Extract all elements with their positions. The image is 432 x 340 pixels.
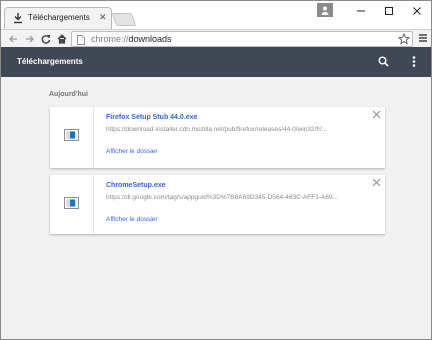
more-options-icon[interactable] — [411, 55, 417, 68]
source-url[interactable]: https://download-installer.cdn.mozilla.n… — [106, 126, 361, 133]
show-in-folder-link[interactable]: Afficher le dossier — [106, 216, 158, 223]
file-icon — [64, 197, 79, 209]
url-text: chrome://downloads — [91, 34, 172, 44]
minimize-icon — [357, 10, 365, 12]
address-bar[interactable]: chrome://downloads — [71, 31, 413, 47]
file-name-link[interactable]: Firefox Setup Stub 44.0.exe — [106, 114, 197, 121]
new-tab-button[interactable] — [111, 13, 137, 26]
home-icon — [57, 34, 67, 44]
page-icon — [77, 35, 85, 45]
maximize-button[interactable] — [375, 1, 403, 21]
bookmark-star-icon[interactable] — [398, 33, 410, 45]
page-title: Téléchargements — [17, 57, 83, 66]
show-in-folder-link[interactable]: Afficher le dossier — [106, 148, 158, 155]
date-heading: Aujourd'hui — [49, 91, 88, 98]
back-arrow-icon — [9, 35, 17, 43]
url-path: downloads — [128, 34, 172, 44]
tab-title: Téléchargements — [28, 13, 90, 22]
window-controls — [317, 1, 431, 21]
person-icon — [321, 6, 329, 15]
profile-button[interactable] — [317, 3, 333, 17]
download-item: ChromeSetup.exe https://dl.google.com/ta… — [50, 175, 385, 234]
downloads-list: Aujourd'hui Firefox Setup Stub 44.0.exe … — [1, 77, 431, 339]
remove-download-icon[interactable] — [372, 110, 381, 119]
tab-downloads[interactable]: Téléchargements ✕ — [4, 7, 112, 29]
minimize-button[interactable] — [347, 1, 375, 21]
tab-strip: Téléchargements ✕ — [1, 1, 431, 29]
reload-icon — [41, 35, 51, 44]
reload-button[interactable] — [39, 32, 53, 46]
back-button[interactable] — [6, 32, 20, 46]
search-icon[interactable] — [378, 56, 389, 67]
close-window-button[interactable] — [403, 1, 431, 21]
file-icon — [64, 129, 79, 141]
download-icon — [14, 13, 22, 24]
browser-toolbar: chrome://downloads — [1, 29, 431, 47]
home-button[interactable] — [55, 32, 69, 46]
file-icon-column — [50, 175, 94, 234]
forward-button[interactable] — [23, 32, 37, 46]
source-url[interactable]: https://dl.google.com/tag/s/appguid%3D%7… — [106, 194, 361, 201]
file-name-link[interactable]: ChromeSetup.exe — [106, 182, 166, 189]
download-item: Firefox Setup Stub 44.0.exe https://down… — [50, 107, 385, 168]
url-scheme: chrome:// — [91, 34, 129, 44]
forward-arrow-icon — [26, 35, 34, 43]
browser-window: Téléchargements ✕ chrome://downloads Tél… — [0, 0, 432, 340]
chrome-menu-icon[interactable] — [417, 32, 429, 44]
file-icon-column — [50, 107, 94, 168]
close-icon — [413, 7, 421, 15]
remove-download-icon[interactable] — [372, 178, 381, 187]
tab-close-icon[interactable]: ✕ — [99, 12, 107, 22]
downloads-header: Téléchargements — [1, 47, 431, 77]
maximize-icon — [385, 7, 393, 15]
